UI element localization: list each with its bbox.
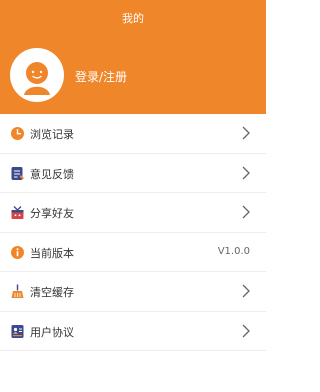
page-title: 我的 [122, 12, 144, 25]
menu-item-label: 浏览记录 [30, 128, 74, 141]
info-icon [11, 245, 24, 259]
menu-item-label: 用户协议 [30, 325, 74, 339]
menu-item-share-friends[interactable]: 分享好友 [0, 193, 266, 233]
menu-item-label: 清空缓存 [30, 286, 74, 299]
gift-icon [11, 206, 24, 219]
menu-item-current-version: 当前版本 V1.0.0 [0, 233, 266, 272]
chevron-right-icon [242, 205, 250, 219]
agreement-icon [11, 324, 24, 338]
avatar[interactable] [10, 48, 64, 102]
menu-list: 浏览记录 意见反馈 分享好友 当前版本 V1.0.0 清空缓存 用户协议 [0, 114, 266, 351]
chevron-right-icon [242, 284, 250, 298]
feedback-icon [11, 166, 24, 180]
clock-icon [11, 127, 24, 140]
user-avatar-icon [24, 62, 50, 95]
profile-header: 我的 登录/注册 [0, 0, 266, 114]
menu-item-user-agreement[interactable]: 用户协议 [0, 312, 266, 351]
chevron-right-icon [242, 324, 250, 337]
menu-item-label: 分享好友 [30, 207, 74, 220]
menu-item-clear-cache[interactable]: 清空缓存 [0, 272, 266, 312]
menu-item-label: 意见反馈 [30, 167, 74, 181]
chevron-right-icon [242, 166, 250, 179]
version-value: V1.0.0 [217, 245, 250, 257]
menu-item-label: 当前版本 [30, 246, 74, 260]
menu-item-browse-history[interactable]: 浏览记录 [0, 114, 266, 154]
broom-icon [11, 284, 24, 298]
menu-item-feedback[interactable]: 意见反馈 [0, 154, 266, 193]
chevron-right-icon [242, 126, 250, 140]
login-register-link[interactable]: 登录/注册 [75, 68, 127, 85]
